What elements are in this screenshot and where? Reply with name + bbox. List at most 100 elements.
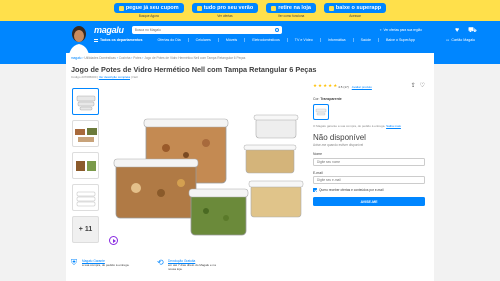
page: pegue já seu cupom Busque Agora tudo pro… <box>0 0 500 281</box>
phone-icon <box>328 5 334 11</box>
magalu-card-link[interactable]: ▭ Cartão Magalu <box>446 38 475 42</box>
heart-icon[interactable]: ♥ <box>455 27 462 34</box>
star-icon: ★ <box>323 83 328 89</box>
promo-summer-pill[interactable]: tudo pro seu verão <box>191 3 259 13</box>
breadcrumb-home[interactable]: magalu <box>71 56 81 60</box>
benefit-return-text: Devolução Gratuita em até 7 dias direto … <box>168 259 218 271</box>
promo-pickup[interactable]: retire na loja Ver como funciona <box>266 3 316 18</box>
thumbnail[interactable] <box>72 152 99 179</box>
sun-icon <box>196 5 202 11</box>
promo-coupon[interactable]: pegue já seu cupom Busque Agora <box>113 3 184 18</box>
star-icon: ★ <box>313 83 318 89</box>
purchase-panel: ★ ★ ★ ★ ★ 4.5 (17) Avaliar produto ⇪ ♡ C… <box>313 83 425 206</box>
nav-item-offers[interactable]: Ofertas do Dia <box>150 38 187 42</box>
benefit-guarantee-desc: a sua compra, do pedido à entrega. <box>82 263 130 267</box>
thumbnail-image <box>76 191 95 206</box>
thumbnail[interactable] <box>72 88 99 115</box>
promo-coupon-sub: Busque Agora <box>138 14 159 18</box>
guarantee-note: O Magalu garante a sua compra, do pedido… <box>313 124 425 128</box>
thumbnail-image <box>74 127 97 142</box>
email-field[interactable] <box>313 176 425 184</box>
benefit-return-desc: em até 7 dias direto do Magalu e na noss… <box>168 263 216 271</box>
name-label: Nome <box>313 152 323 156</box>
breadcrumb-type[interactable]: Potes <box>133 56 141 60</box>
share-icon[interactable]: ⇪ <box>411 83 416 89</box>
promo-pickup-sub: Ver como funciona <box>277 14 305 18</box>
full-description-link[interactable]: Ver descrição completa <box>99 75 130 79</box>
color-value: Transparente <box>320 97 342 101</box>
breadcrumb-subcategory[interactable]: Cozinha <box>119 56 131 60</box>
star-icon: ★ <box>328 83 333 89</box>
rate-product-link[interactable]: Avaliar produto <box>352 85 372 89</box>
optin-label: Quero receber ofertas e conteúdos por e-… <box>319 188 384 192</box>
store-icon <box>271 5 277 11</box>
optin-checkbox[interactable] <box>313 188 317 192</box>
all-departments-menu[interactable]: Todos os departamentos <box>94 38 150 42</box>
thumbnail-image <box>76 95 95 110</box>
color-label: Cor: Transparente <box>313 97 425 101</box>
name-field[interactable] <box>313 157 425 166</box>
notify-button[interactable]: AVISE-ME <box>313 197 425 206</box>
all-departments-label: Todos os departamentos <box>100 38 143 42</box>
nav-bar: Todos os departamentos Ofertas do Dia Ce… <box>94 38 475 42</box>
promo-app-sub: Acessar <box>349 14 361 18</box>
promo-coupon-label: pegue já seu cupom <box>125 5 179 11</box>
product-title: Jogo de Potes de Vidro Hermético Nell co… <box>71 65 317 74</box>
benefit-guarantee-text: Magalu Garante a sua compra, do pedido à… <box>82 259 132 267</box>
promo-app[interactable]: baixe o superapp Acessar <box>323 3 387 18</box>
card-icon: ▭ <box>446 38 450 42</box>
location-link[interactable]: ⌖ Ver ofertas para sua região <box>380 28 422 32</box>
thumbnail[interactable] <box>72 120 99 147</box>
magalu-card-label: Cartão Magalu <box>451 38 475 42</box>
email-label: E-mail <box>313 170 323 175</box>
product-card: magalu › Utilidades Domésticas › Cozinha… <box>66 53 434 281</box>
star-half-icon: ★ <box>333 83 338 89</box>
nav-item-tv[interactable]: TV e Vídeo <box>286 38 320 42</box>
variant-transparent[interactable] <box>313 104 329 120</box>
promo-summer-sub: Ver ofertas <box>217 14 233 18</box>
favorite-icon[interactable]: ♡ <box>420 83 425 89</box>
promo-pickup-label: retire na loja <box>278 5 311 11</box>
nav-item-computers[interactable]: Informática <box>319 38 353 42</box>
search-box[interactable] <box>131 26 282 34</box>
promo-summer-label: tudo pro seu verão <box>203 5 254 11</box>
rating-value: 4.5 <box>338 84 343 89</box>
breadcrumb-category[interactable]: Utilidades Domésticas <box>84 56 116 60</box>
color-label-text: Cor: <box>313 97 320 101</box>
benefits-row: ⛨ Magalu Garante a sua compra, do pedido… <box>71 258 218 272</box>
promo-app-pill[interactable]: baixe o superapp <box>323 3 387 13</box>
pin-icon: ⌖ <box>379 28 382 32</box>
product-brand: Nell <box>132 75 138 79</box>
product-image <box>113 114 304 236</box>
nav-item-app[interactable]: Baixe o SuperApp <box>377 38 422 42</box>
optin-row: Quero receber ofertas e conteúdos por e-… <box>313 188 425 192</box>
product-actions: ⇪ ♡ <box>411 83 425 89</box>
nav-item-health[interactable]: Saúde <box>352 38 378 42</box>
variant-image <box>315 108 327 116</box>
promo-coupon-pill[interactable]: pegue já seu cupom <box>113 3 184 13</box>
nav-item-furniture[interactable]: Móveis <box>217 38 244 42</box>
rating-count: (17) <box>343 84 349 89</box>
promo-summer[interactable]: tudo pro seu verão Ver ofertas <box>191 3 259 18</box>
search-input[interactable] <box>134 28 265 32</box>
breadcrumb-current: Jogo de Potes de Vidro Hermético Nell co… <box>144 56 246 60</box>
promo-pickup-pill[interactable]: retire na loja <box>266 3 316 13</box>
coupon-icon <box>118 5 124 11</box>
thumbnail[interactable] <box>72 184 99 211</box>
product-code: Código 237695000 <box>71 75 97 79</box>
location-label: Ver ofertas para sua região <box>383 28 422 32</box>
rating-row: ★ ★ ★ ★ ★ 4.5 (17) Avaliar produto <box>313 83 425 90</box>
learn-more-link[interactable]: Saiba mais <box>386 124 401 128</box>
return-icon: ⟲ <box>157 258 164 267</box>
search-icon[interactable] <box>274 28 279 32</box>
promo-bar: pegue já seu cupom Busque Agora tudo pro… <box>0 0 500 21</box>
header-icons: ♥ ⛟ <box>455 27 477 34</box>
magalu-logo[interactable]: magalu <box>94 25 124 35</box>
nav-item-phones[interactable]: Celulares <box>187 38 218 42</box>
menu-icon <box>94 38 98 42</box>
nav-item-appliances[interactable]: Eletrodomésticos <box>244 38 287 42</box>
cart-icon[interactable]: ⛟ <box>468 27 477 34</box>
benefit-guarantee: ⛨ Magalu Garante a sua compra, do pedido… <box>71 259 132 271</box>
shield-icon: ⛨ <box>71 258 77 267</box>
more-images-button[interactable]: + 11 <box>72 216 99 243</box>
